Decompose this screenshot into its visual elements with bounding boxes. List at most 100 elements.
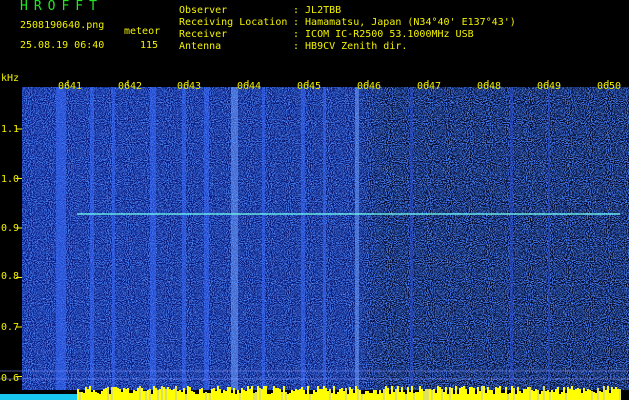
signal-level-segment (389, 394, 391, 400)
signal-level-segment (411, 386, 413, 400)
signal-level-segment (347, 394, 349, 400)
signal-level-segment (173, 389, 175, 400)
field-value-antenna: : HB9CV Zenith dir. (293, 41, 408, 52)
signal-level-segment (373, 390, 375, 400)
signal-level-segment (479, 391, 481, 400)
signal-level-segment (517, 387, 519, 400)
signal-level-segment (195, 394, 197, 400)
signal-level-segment (85, 387, 87, 400)
signal-level-segment (505, 387, 507, 400)
signal-level-segment (433, 389, 435, 400)
signal-level-segment (243, 390, 245, 400)
field-value-receiver: : ICOM IC-R2500 53.1000MHz USB (293, 29, 474, 40)
signal-level-segment (379, 390, 381, 400)
signal-level-segment (89, 386, 91, 400)
signal-level-segment (463, 386, 465, 400)
signal-level-segment (169, 389, 171, 400)
signal-level-segment (383, 389, 385, 400)
x-tick-label: 0647 (417, 81, 442, 92)
signal-level-segment (453, 394, 455, 400)
signal-level-segment (495, 387, 497, 400)
signal-level-segment (163, 387, 165, 400)
signal-level-segment (327, 391, 329, 400)
signal-level-segment (151, 394, 153, 400)
x-tick-label: 0643 (177, 81, 202, 92)
signal-level-segment (407, 387, 409, 400)
signal-level-segment (589, 390, 591, 400)
signal-level-segment (475, 394, 477, 400)
signal-level-segment (481, 386, 483, 400)
signal-level-segment (199, 389, 201, 400)
signal-level-segment (131, 393, 133, 400)
signal-level-segment (249, 389, 251, 400)
signal-level-segment (263, 386, 265, 400)
signal-level-segment (245, 391, 247, 400)
field-key-receiver: Receiver (179, 29, 228, 40)
signal-level-segment (381, 393, 383, 400)
signal-level-segment (331, 393, 333, 400)
signal-level-segment (179, 390, 181, 400)
signal-level-segment (375, 390, 377, 400)
signal-level-segment (159, 389, 161, 400)
signal-level-segment (483, 386, 485, 400)
signal-level-segment (91, 392, 93, 400)
signal-level-segment (575, 389, 577, 400)
signal-level-segment (401, 387, 403, 400)
signal-level-segment (333, 386, 335, 400)
signal-level-segment (287, 394, 289, 400)
field-key-location: Receiving Location (179, 17, 288, 28)
signal-level-segment (553, 392, 555, 400)
signal-level-segment (133, 390, 135, 400)
signal-level-segment (207, 393, 209, 400)
signal-level-segment (599, 391, 601, 400)
signal-level-segment (193, 392, 195, 400)
field-value-observer: : JL2TBB (293, 5, 342, 16)
signal-level-segment (147, 390, 149, 400)
signal-level-segment (233, 388, 235, 400)
signal-level-segment (561, 392, 563, 400)
signal-level-segment (83, 393, 85, 400)
signal-level-segment (119, 389, 121, 400)
y-tick-label: 1.0 (1, 174, 20, 185)
signal-level-segment (137, 388, 139, 400)
signal-level-segment (451, 388, 453, 400)
signal-level-segment (217, 386, 219, 400)
signal-level-segment (93, 390, 95, 400)
signal-level-segment (525, 389, 527, 400)
signal-level-segment (473, 388, 475, 400)
signal-level-segment (97, 393, 99, 400)
signal-level-segment (145, 391, 147, 400)
field-key-antenna: Antenna (179, 41, 222, 52)
signal-level-segment (607, 386, 609, 400)
signal-level-segment (187, 386, 189, 400)
signal-level-segment (545, 391, 547, 400)
signal-level-segment (619, 389, 621, 400)
signal-level-segment (449, 387, 451, 400)
signal-level-segment (445, 387, 447, 400)
signal-level-segment (345, 388, 347, 400)
mode-label: meteor (124, 26, 161, 37)
signal-level-segment (429, 389, 431, 400)
signal-level-segment (435, 393, 437, 400)
signal-level-segment (101, 391, 103, 400)
signal-level-segment (409, 392, 411, 400)
signal-level-segment (457, 394, 459, 400)
signal-level-segment (261, 389, 263, 400)
app-title: HROFFT (20, 0, 103, 14)
signal-level-segment (271, 393, 273, 400)
signal-level-segment (209, 393, 211, 400)
signal-level-segment (567, 387, 569, 400)
signal-level-segment (413, 393, 415, 400)
signal-level-segment (289, 393, 291, 400)
signal-level-segment (275, 388, 277, 400)
signal-level-segment (283, 386, 285, 400)
signal-level-segment (121, 392, 123, 400)
signal-level-segment (609, 393, 611, 400)
signal-level-segment (297, 390, 299, 400)
signal-level-segment (185, 394, 187, 400)
signal-level-segment (593, 392, 595, 400)
signal-level-segment (191, 391, 193, 400)
signal-level-segment (129, 393, 131, 400)
signal-level-segment (403, 392, 405, 400)
signal-level-segment (515, 394, 517, 400)
